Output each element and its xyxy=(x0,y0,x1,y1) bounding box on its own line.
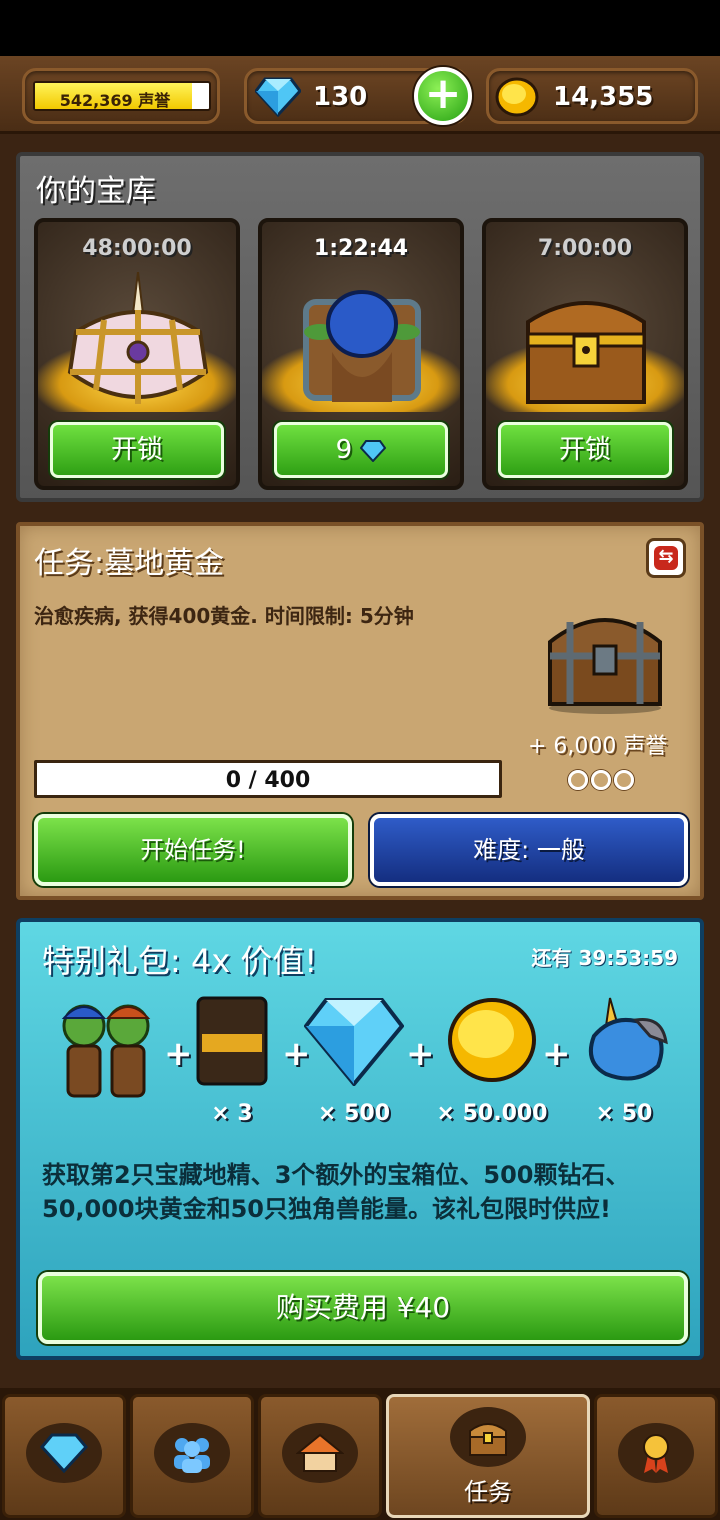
bundle-item-gold: × 50.000 xyxy=(434,996,550,1126)
nav-icon-bg xyxy=(450,1407,526,1467)
app: 542,369 声誉 130 + 14,355 你的宝库 48:00:00 开锁… xyxy=(0,56,720,1520)
special-offer-title: 特别礼包: 4x 价值! xyxy=(42,942,318,980)
nav-icon-bg xyxy=(618,1423,694,1483)
gold-value: 14,355 xyxy=(553,82,654,112)
diamond-icon xyxy=(255,77,301,117)
nav-icon-bg xyxy=(154,1423,230,1483)
difficulty-dot xyxy=(591,770,611,790)
gold-coin-icon xyxy=(495,77,539,117)
plus-sign: + xyxy=(164,1034,193,1074)
plus-sign: + xyxy=(406,1034,435,1074)
goblins-icon xyxy=(61,1004,151,1098)
special-offer-timer: 还有 39:53:59 xyxy=(531,946,678,970)
bundle-qty: × 500 xyxy=(317,1101,390,1126)
buy-button[interactable]: 购买费用 ¥40 xyxy=(38,1272,688,1344)
slot-timer: 7:00:00 xyxy=(537,236,633,261)
diamond-icon xyxy=(303,998,405,1088)
difficulty-button[interactable]: 难度: 一般 xyxy=(370,814,688,886)
gold-coin-icon xyxy=(448,998,536,1082)
vault-title: 你的宝库 xyxy=(36,174,156,209)
mission-progress-bar: 0 / 400 xyxy=(34,760,502,798)
bundle-item-diamonds: × 500 xyxy=(303,996,405,1126)
goblin-opening-chest-icon xyxy=(303,290,421,402)
difficulty-dots xyxy=(568,770,648,796)
swap-icon: ⇆ xyxy=(654,546,678,570)
special-offer-panel: 特别礼包: 4x 价值! 还有 39:53:59 + × 3 + × 500 +… xyxy=(16,918,704,1360)
bundle-qty: × 50.000 xyxy=(436,1101,548,1126)
nav-tab-gems[interactable] xyxy=(2,1394,126,1518)
gem-unlock-button[interactable]: 9 xyxy=(274,422,448,478)
reward-chest-icon xyxy=(548,618,662,714)
top-bar: 542,369 声誉 130 + 14,355 xyxy=(0,56,720,134)
bundle-items: + × 3 + × 500 + × 50.000 + × 50 xyxy=(20,996,708,1126)
gem-icon xyxy=(40,1433,88,1474)
slot-timer: 48:00:00 xyxy=(82,236,192,261)
people-icon xyxy=(174,1438,210,1473)
nav-icon-bg xyxy=(282,1423,358,1483)
vault-slot-3[interactable]: 7:00:00 开锁 xyxy=(482,218,688,490)
bundle-qty: × 3 xyxy=(211,1101,253,1126)
vault-slot-2[interactable]: 1:22:44 9 xyxy=(258,218,464,490)
reward-reputation: + 6,000 声誉 xyxy=(528,734,668,759)
slot-timer: 1:22:44 xyxy=(313,236,409,261)
chest-slot-card-icon xyxy=(196,996,268,1086)
bundle-item-chest-slots: × 3 xyxy=(196,996,268,1126)
nav-tab-label: 任务 xyxy=(464,1478,512,1506)
nav-tab-house[interactable] xyxy=(258,1394,382,1518)
reputation-pill[interactable]: 542,369 声誉 xyxy=(22,68,220,124)
unlock-cost: 9 xyxy=(335,435,353,465)
gem-icon xyxy=(360,439,387,462)
mission-description: 治愈疾病, 获得400黄金. 时间限制: 5分钟 xyxy=(34,604,414,628)
unlock-button[interactable]: 开锁 xyxy=(498,422,672,478)
special-offer-description: 获取第2只宝藏地精、3个额外的宝箱位、500颗钻石、50,000块黄金和50只独… xyxy=(42,1161,630,1223)
difficulty-dot xyxy=(568,770,588,790)
bundle-qty: × 50 xyxy=(595,1101,653,1126)
unicorn-icon xyxy=(589,997,668,1081)
reputation-bar: 542,369 声誉 xyxy=(33,81,211,111)
mission-title: 任务:墓地黄金 xyxy=(34,546,225,581)
house-icon xyxy=(296,1433,344,1472)
nav-tab-achievements[interactable] xyxy=(594,1394,718,1518)
bottom-nav: 任务 xyxy=(0,1388,720,1520)
nav-icon-bg xyxy=(26,1423,102,1483)
bundle-item-goblins xyxy=(50,996,162,1126)
vault-slot-1[interactable]: 48:00:00 开锁 xyxy=(34,218,240,490)
nav-tab-people[interactable] xyxy=(130,1394,254,1518)
add-gems-button[interactable]: + xyxy=(414,67,472,125)
mission-panel: 任务:墓地黄金 ⇆ 治愈疾病, 获得400黄金. 时间限制: 5分钟 + 6,0… xyxy=(16,522,704,900)
gems-value: 130 xyxy=(313,82,368,112)
status-bar xyxy=(0,0,720,56)
unicorn-chest-icon xyxy=(67,272,209,404)
difficulty-dot xyxy=(614,770,634,790)
bundle-item-unicorn: × 50 xyxy=(576,996,672,1126)
switch-mission-button[interactable]: ⇆ xyxy=(646,538,686,578)
medal-icon xyxy=(643,1434,669,1473)
reputation-value: 542,369 声誉 xyxy=(59,91,171,110)
plus-sign: + xyxy=(542,1034,571,1074)
vault-panel: 你的宝库 48:00:00 开锁 1:22:44 9 7:00:00 开锁 xyxy=(16,152,704,502)
chest-icon xyxy=(469,1423,507,1456)
nav-tab-missions[interactable]: 任务 xyxy=(386,1394,590,1518)
unlock-button[interactable]: 开锁 xyxy=(50,422,224,478)
mission-progress-text: 0 / 400 xyxy=(225,768,311,793)
gold-pill[interactable]: 14,355 xyxy=(486,68,698,124)
start-mission-button[interactable]: 开始任务! xyxy=(34,814,352,886)
gold-chest-icon xyxy=(526,301,646,404)
